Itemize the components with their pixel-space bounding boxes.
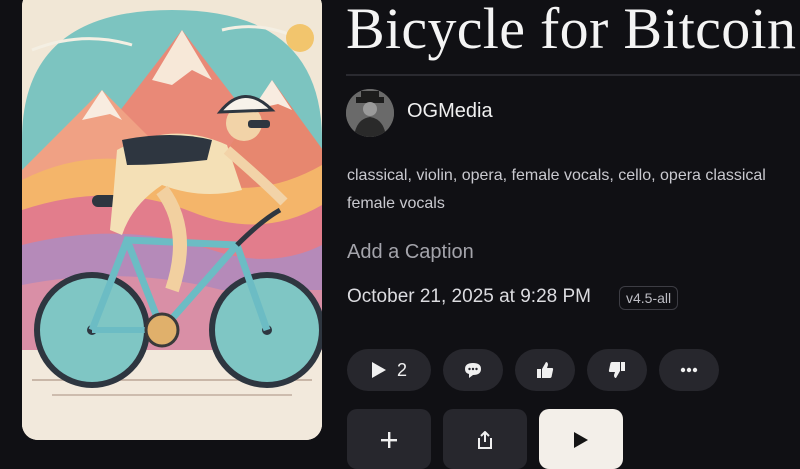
comment-button[interactable]: [443, 349, 503, 391]
comment-icon: [465, 363, 481, 378]
thumbs-up-icon: [537, 362, 554, 378]
add-caption-field[interactable]: Add a Caption: [347, 241, 474, 264]
play-count: 2: [396, 359, 407, 380]
like-button[interactable]: [515, 349, 575, 391]
song-title: Bicycle for Bitcoin: [346, 0, 797, 61]
play-icon: [574, 432, 588, 448]
song-cover-art[interactable]: [22, 0, 322, 440]
add-to-playlist-button[interactable]: [347, 409, 431, 469]
divider: [346, 74, 800, 76]
share-icon: [478, 431, 492, 449]
play-button[interactable]: [539, 409, 623, 469]
play-icon: [371, 362, 386, 378]
dislike-button[interactable]: [587, 349, 647, 391]
share-button[interactable]: [443, 409, 527, 469]
artist-avatar[interactable]: [346, 89, 394, 137]
model-version-badge: v4.5-all: [619, 286, 679, 310]
style-tags: classical, violin, opera, female vocals,…: [347, 167, 766, 212]
more-options-button[interactable]: [659, 349, 719, 391]
created-date: October 21, 2025 at 9:28 PM: [347, 286, 591, 307]
artist-name[interactable]: OGMedia: [407, 100, 493, 123]
more-icon: [680, 367, 698, 373]
play-count-button[interactable]: 2: [347, 349, 431, 391]
plus-icon: [381, 432, 397, 448]
thumbs-down-icon: [608, 362, 625, 378]
